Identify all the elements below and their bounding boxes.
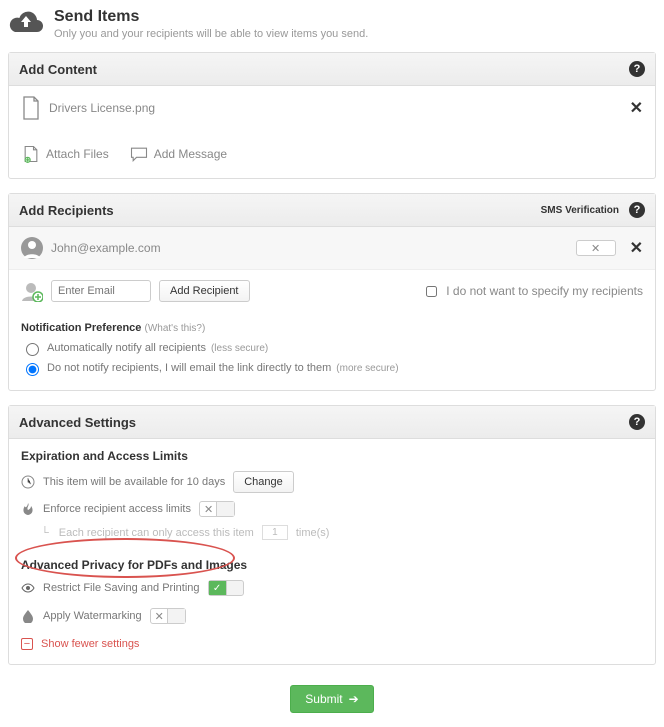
email-input[interactable] [51, 280, 151, 302]
eye-icon [21, 581, 35, 595]
notify-auto-hint: (less secure) [211, 343, 268, 354]
show-fewer-link[interactable]: − Show fewer settings [21, 638, 139, 650]
add-recipients-panel: Add Recipients SMS Verification ? John@e… [8, 193, 656, 391]
access-line-pre: Each recipient can only access this item [59, 527, 254, 539]
submit-button[interactable]: Submit ➔ [290, 685, 373, 713]
watermark-label: Apply Watermarking [43, 610, 142, 622]
expiration-title: Expiration and Access Limits [9, 439, 655, 467]
droplet-icon [21, 609, 35, 623]
access-line-post: time(s) [296, 527, 330, 539]
add-message-label: Add Message [154, 147, 227, 161]
submit-label: Submit [305, 692, 342, 706]
notify-manual-label: Do not notify recipients, I will email t… [47, 362, 331, 374]
add-user-icon [21, 280, 43, 302]
no-specify-label: I do not want to specify my recipients [446, 284, 643, 298]
page-subtitle: Only you and your recipients will be abl… [54, 28, 368, 40]
recipient-row: John@example.com ✕ ✕ [9, 227, 655, 269]
available-text: This item will be available for 10 days [43, 476, 225, 488]
enforce-toggle[interactable]: ✕ [199, 501, 235, 517]
watermark-toggle[interactable]: ✕ [150, 608, 186, 624]
arrow-right-icon: ➔ [349, 692, 359, 706]
flame-icon [21, 502, 35, 516]
remove-file-button[interactable]: ✕ [630, 98, 643, 118]
add-recipient-row: Add Recipient I do not want to specify m… [9, 269, 655, 312]
access-count-input[interactable] [262, 525, 288, 540]
help-icon[interactable]: ? [629, 414, 645, 430]
notification-title: Notification Preference [21, 322, 141, 334]
page-header: Send Items Only you and your recipients … [8, 8, 656, 40]
remove-recipient-button[interactable]: ✕ [630, 238, 643, 258]
notification-section: Notification Preference (What's this?) A… [9, 312, 655, 390]
sms-toggle[interactable]: ✕ [576, 240, 616, 256]
whats-this-link[interactable]: (What's this?) [144, 323, 205, 334]
file-row: Drivers License.png ✕ [9, 86, 655, 130]
file-name: Drivers License.png [49, 101, 155, 115]
attach-files-label: Attach Files [46, 147, 109, 161]
minus-icon: − [21, 638, 33, 650]
file-icon [21, 96, 41, 120]
add-message-button[interactable]: Add Message [129, 144, 227, 164]
show-fewer-label: Show fewer settings [41, 638, 139, 650]
restrict-label: Restrict File Saving and Printing [43, 582, 200, 594]
add-recipients-title: Add Recipients [19, 203, 114, 218]
add-content-title: Add Content [19, 62, 97, 77]
change-button[interactable]: Change [233, 471, 294, 493]
notify-manual-hint: (more secure) [336, 363, 398, 374]
attach-files-button[interactable]: Attach Files [21, 144, 109, 164]
notify-auto-label: Automatically notify all recipients [47, 342, 206, 354]
privacy-title: Advanced Privacy for PDFs and Images [9, 548, 655, 576]
page-title: Send Items [54, 8, 368, 26]
cloud-upload-icon [8, 8, 44, 36]
no-specify-checkbox[interactable] [426, 286, 437, 297]
advanced-title: Advanced Settings [19, 415, 136, 430]
add-content-panel: Add Content ? Drivers License.png ✕ Atta… [8, 52, 656, 179]
notify-auto-radio[interactable] [26, 343, 39, 356]
enforce-label: Enforce recipient access limits [43, 503, 191, 515]
user-icon [21, 237, 43, 259]
help-icon[interactable]: ? [629, 61, 645, 77]
recipient-email: John@example.com [51, 241, 161, 255]
advanced-panel: Advanced Settings ? Expiration and Acces… [8, 405, 656, 665]
notify-manual-radio[interactable] [26, 363, 39, 376]
clock-icon [21, 475, 35, 489]
add-recipient-button[interactable]: Add Recipient [159, 280, 250, 302]
help-icon[interactable]: ? [629, 202, 645, 218]
sms-verification-label: SMS Verification [541, 205, 619, 216]
restrict-toggle[interactable]: ✓ [208, 580, 244, 596]
